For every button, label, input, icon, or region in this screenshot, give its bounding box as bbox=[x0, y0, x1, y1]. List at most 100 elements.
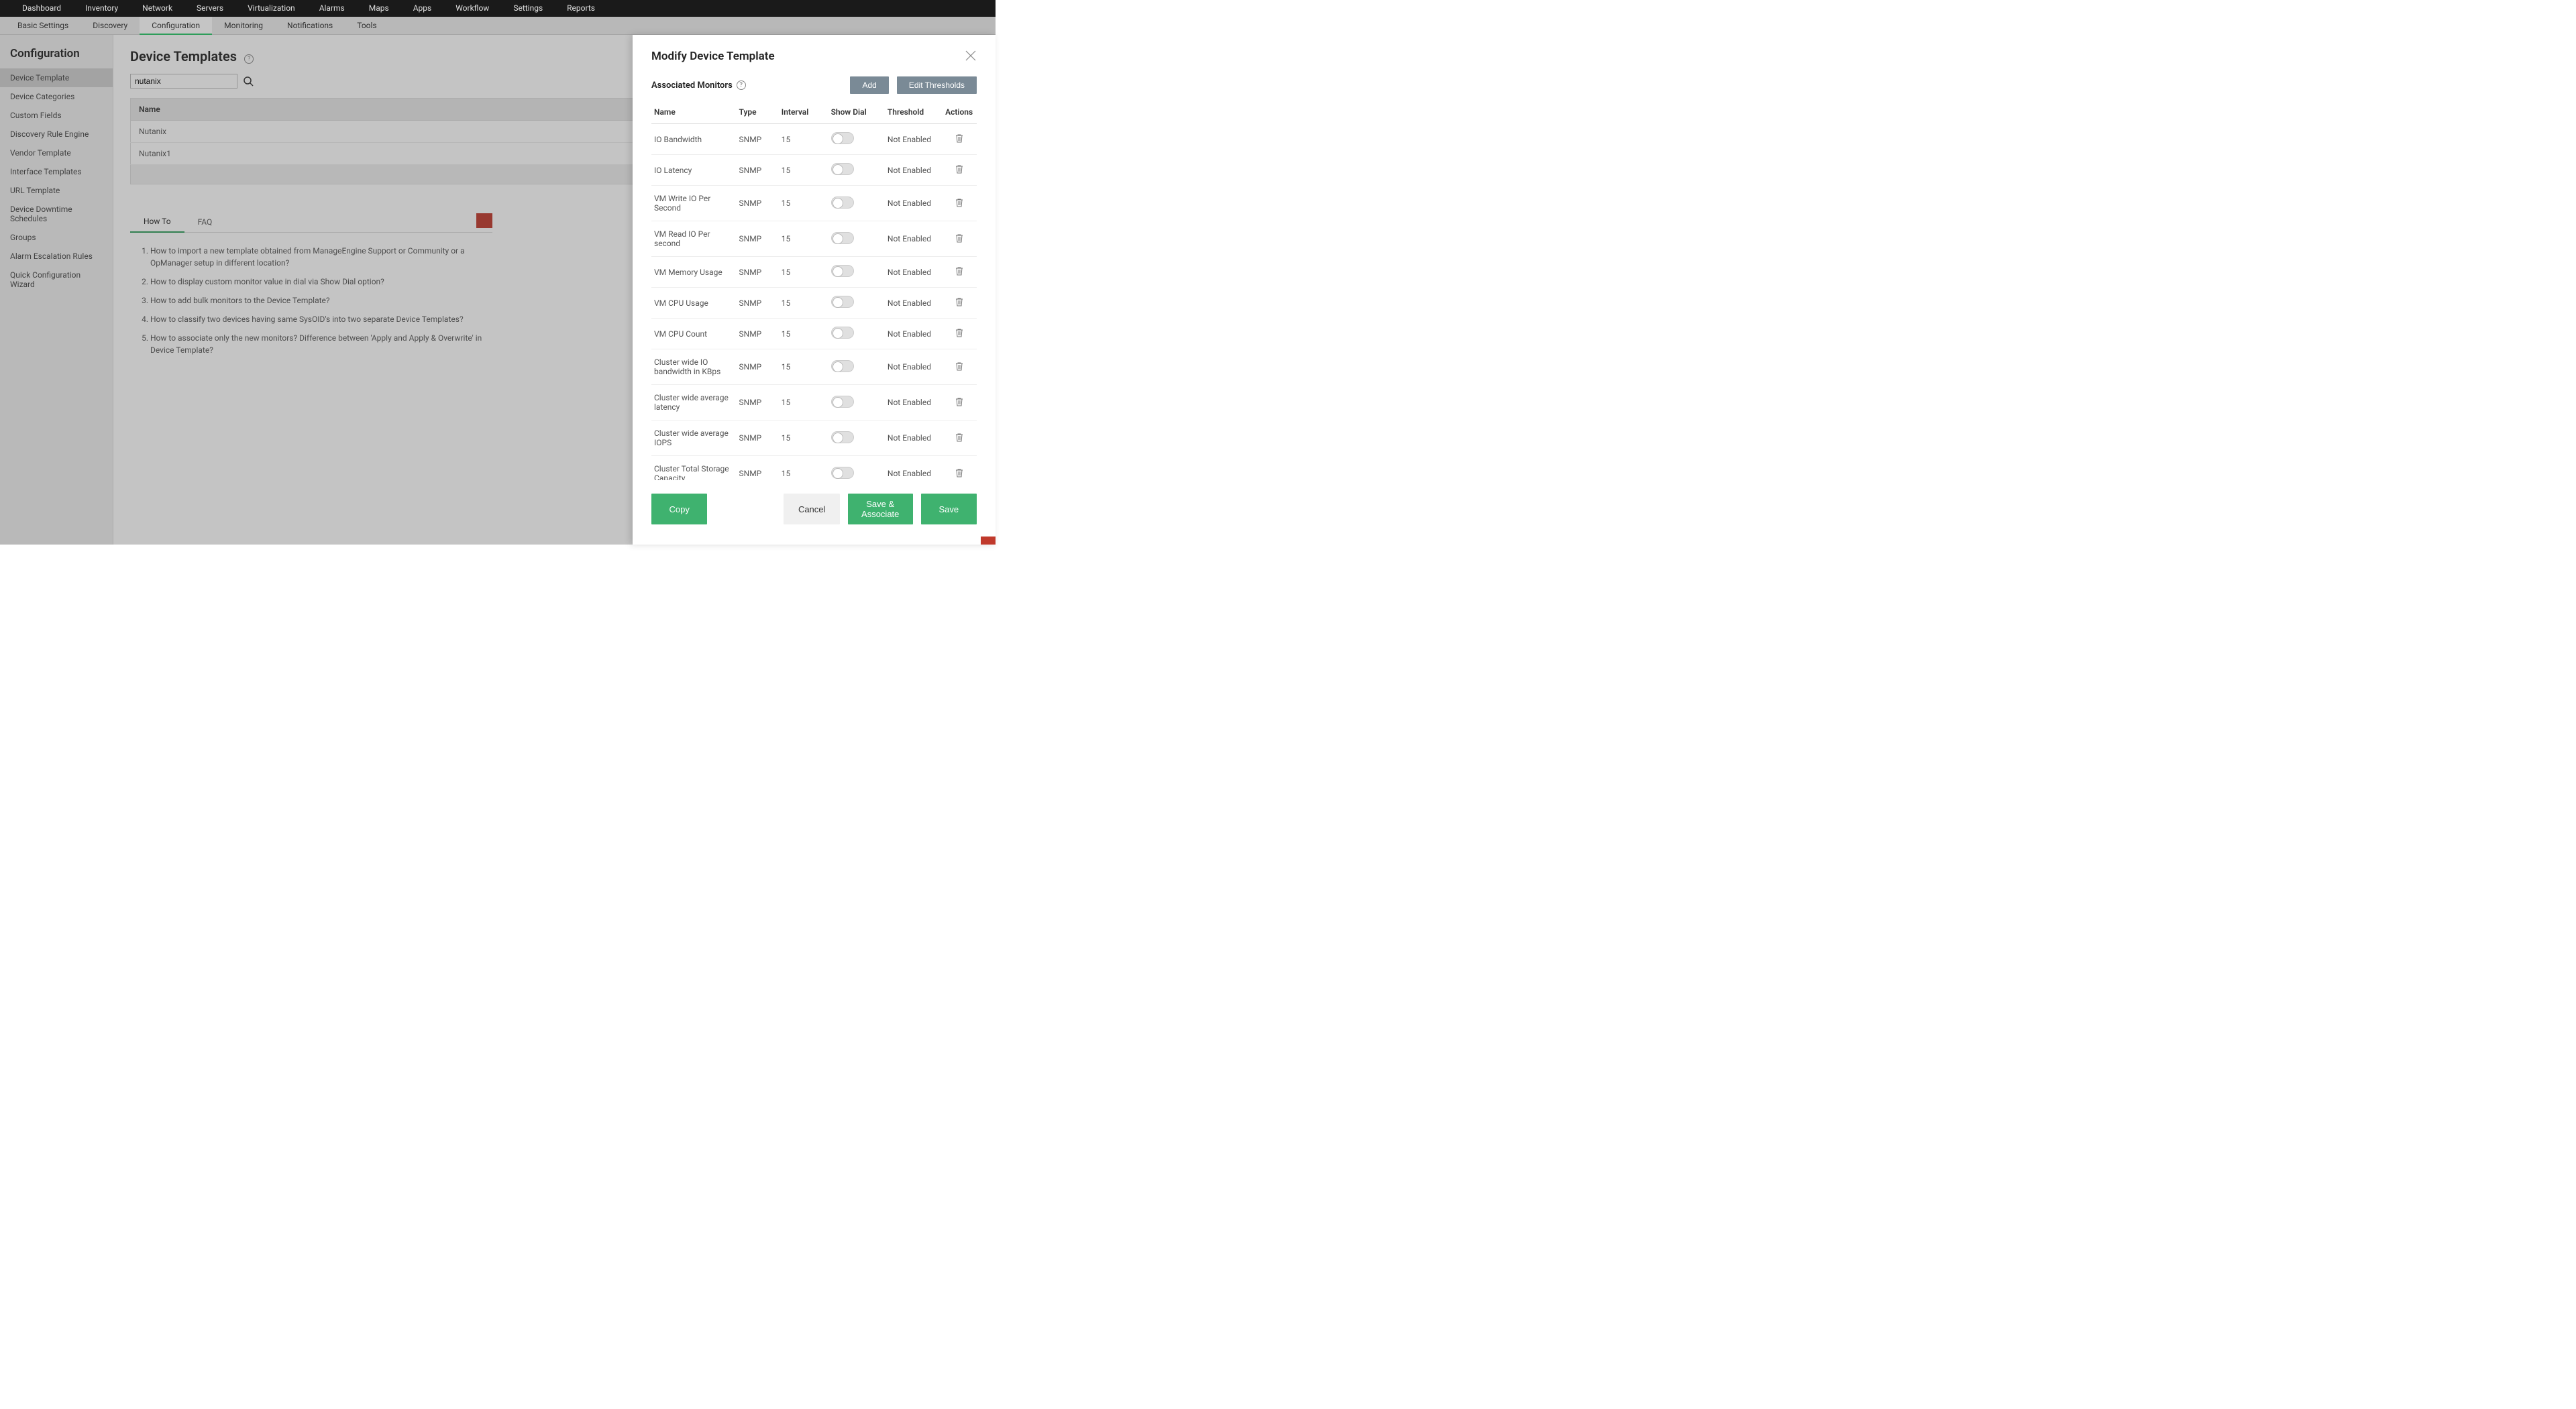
showdial-toggle[interactable] bbox=[831, 196, 854, 209]
subnav-configuration[interactable]: Configuration bbox=[140, 17, 212, 35]
showdial-toggle[interactable] bbox=[831, 232, 854, 244]
monitor-threshold: Not Enabled bbox=[885, 288, 941, 319]
sidebar-title: Configuration bbox=[0, 47, 113, 68]
monitor-interval: 15 bbox=[779, 186, 828, 221]
sidebar-item-url-template[interactable]: URL Template bbox=[0, 181, 113, 200]
howto-item[interactable]: How to display custom monitor value in d… bbox=[150, 276, 492, 288]
topnav-reports[interactable]: Reports bbox=[555, 0, 607, 17]
sidebar-item-vendor-template[interactable]: Vendor Template bbox=[0, 144, 113, 162]
howto-item[interactable]: How to import a new template obtained fr… bbox=[150, 245, 492, 269]
topnav-network[interactable]: Network bbox=[130, 0, 184, 17]
showdial-toggle[interactable] bbox=[831, 163, 854, 175]
showdial-toggle[interactable] bbox=[831, 327, 854, 339]
trash-icon[interactable] bbox=[955, 397, 964, 406]
modal-header: Modify Device Template bbox=[633, 35, 996, 70]
sidebar-item-alarm-escalation-rules[interactable]: Alarm Escalation Rules bbox=[0, 247, 113, 266]
showdial-toggle[interactable] bbox=[831, 360, 854, 372]
howto-item[interactable]: How to classify two devices having same … bbox=[150, 313, 492, 325]
subnav-notifications[interactable]: Notifications bbox=[275, 17, 345, 35]
close-icon[interactable] bbox=[965, 50, 977, 62]
topnav-apps[interactable]: Apps bbox=[401, 0, 444, 17]
col-actions: Actions bbox=[941, 101, 977, 124]
showdial-toggle[interactable] bbox=[831, 296, 854, 308]
collapse-icon[interactable] bbox=[476, 213, 492, 228]
trash-icon[interactable] bbox=[955, 133, 964, 143]
help-icon[interactable]: ? bbox=[244, 54, 254, 64]
trash-icon[interactable] bbox=[955, 361, 964, 371]
col-name[interactable]: Name bbox=[131, 99, 639, 121]
monitor-row: VM CPU UsageSNMP15Not Enabled bbox=[651, 288, 977, 319]
edit-thresholds-button[interactable]: Edit Thresholds bbox=[897, 76, 977, 94]
monitor-name: VM Read IO Per second bbox=[651, 221, 737, 257]
monitor-name: IO Latency bbox=[651, 155, 737, 186]
subnav-monitoring[interactable]: Monitoring bbox=[212, 17, 275, 35]
cell-name: Nutanix bbox=[131, 121, 639, 143]
tab-howto[interactable]: How To bbox=[130, 211, 184, 233]
sidebar-item-quick-configuration-wizard[interactable]: Quick Configuration Wizard bbox=[0, 266, 113, 294]
sidebar-item-custom-fields[interactable]: Custom Fields bbox=[0, 106, 113, 125]
sidebar-item-device-template[interactable]: Device Template bbox=[0, 68, 113, 87]
col-type: Type bbox=[737, 101, 779, 124]
subnav-discovery[interactable]: Discovery bbox=[80, 17, 140, 35]
sidebar-item-device-downtime-schedules[interactable]: Device Downtime Schedules bbox=[0, 200, 113, 228]
howto-list: How to import a new template obtained fr… bbox=[130, 245, 492, 356]
howto-tabs: How To FAQ bbox=[130, 211, 492, 233]
showdial-toggle[interactable] bbox=[831, 467, 854, 479]
trash-icon[interactable] bbox=[955, 266, 964, 276]
topnav-settings[interactable]: Settings bbox=[501, 0, 555, 17]
search-icon[interactable] bbox=[243, 76, 254, 87]
trash-icon[interactable] bbox=[955, 164, 964, 174]
modal-footer: Copy Cancel Save & Associate Save bbox=[633, 480, 996, 545]
trash-icon[interactable] bbox=[955, 328, 964, 337]
topnav-workflow[interactable]: Workflow bbox=[443, 0, 501, 17]
save-button[interactable]: Save bbox=[921, 494, 977, 524]
search-input[interactable] bbox=[130, 74, 237, 89]
monitor-interval: 15 bbox=[779, 155, 828, 186]
howto-item[interactable]: How to associate only the new monitors? … bbox=[150, 332, 492, 356]
monitor-row: Cluster Total Storage CapacitySNMP15Not … bbox=[651, 456, 977, 481]
trash-icon[interactable] bbox=[955, 198, 964, 207]
howto-item[interactable]: How to add bulk monitors to the Device T… bbox=[150, 294, 492, 306]
topnav-alarms[interactable]: Alarms bbox=[307, 0, 357, 17]
subnav-basic-settings[interactable]: Basic Settings bbox=[5, 17, 80, 35]
showdial-toggle[interactable] bbox=[831, 265, 854, 277]
notification-badge[interactable] bbox=[981, 537, 996, 545]
showdial-toggle[interactable] bbox=[831, 431, 854, 443]
topnav-dashboard[interactable]: Dashboard bbox=[10, 0, 73, 17]
add-button[interactable]: Add bbox=[850, 76, 888, 94]
copy-button[interactable]: Copy bbox=[651, 494, 707, 524]
monitor-type: SNMP bbox=[737, 155, 779, 186]
subnav-tools[interactable]: Tools bbox=[345, 17, 388, 35]
associated-monitors-header: Associated Monitors ? Add Edit Threshold… bbox=[651, 76, 977, 94]
cancel-button[interactable]: Cancel bbox=[784, 494, 839, 524]
topnav-servers[interactable]: Servers bbox=[184, 0, 235, 17]
monitor-row: VM CPU CountSNMP15Not Enabled bbox=[651, 319, 977, 349]
help-icon[interactable]: ? bbox=[737, 80, 746, 90]
monitor-type: SNMP bbox=[737, 385, 779, 420]
monitor-row: VM Write IO Per SecondSNMP15Not Enabled bbox=[651, 186, 977, 221]
sidebar-item-groups[interactable]: Groups bbox=[0, 228, 113, 247]
showdial-toggle[interactable] bbox=[831, 396, 854, 408]
sidebar: Configuration Device TemplateDevice Cate… bbox=[0, 35, 113, 545]
sidebar-item-device-categories[interactable]: Device Categories bbox=[0, 87, 113, 106]
topnav-inventory[interactable]: Inventory bbox=[73, 0, 130, 17]
monitor-interval: 15 bbox=[779, 349, 828, 385]
tab-faq[interactable]: FAQ bbox=[184, 212, 226, 232]
monitor-type: SNMP bbox=[737, 257, 779, 288]
topnav-virtualization[interactable]: Virtualization bbox=[235, 0, 307, 17]
cell-name: Nutanix1 bbox=[131, 143, 639, 165]
topnav-maps[interactable]: Maps bbox=[357, 0, 401, 17]
monitor-threshold: Not Enabled bbox=[885, 319, 941, 349]
associated-monitors-label: Associated Monitors ? bbox=[651, 80, 746, 91]
sidebar-item-interface-templates[interactable]: Interface Templates bbox=[0, 162, 113, 181]
showdial-toggle[interactable] bbox=[831, 132, 854, 144]
trash-icon[interactable] bbox=[955, 233, 964, 243]
save-associate-button[interactable]: Save & Associate bbox=[848, 494, 913, 524]
col-interval: Interval bbox=[779, 101, 828, 124]
monitor-row: VM Memory UsageSNMP15Not Enabled bbox=[651, 257, 977, 288]
monitor-type: SNMP bbox=[737, 288, 779, 319]
sidebar-item-discovery-rule-engine[interactable]: Discovery Rule Engine bbox=[0, 125, 113, 144]
trash-icon[interactable] bbox=[955, 468, 964, 477]
trash-icon[interactable] bbox=[955, 297, 964, 306]
trash-icon[interactable] bbox=[955, 433, 964, 442]
